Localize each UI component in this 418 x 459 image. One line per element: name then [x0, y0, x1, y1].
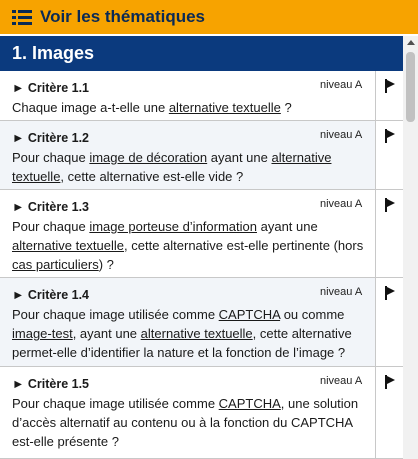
glossary-link[interactable]: alternative textuelle — [12, 238, 124, 253]
criterion-title[interactable]: ► Critère 1.3 — [12, 198, 364, 217]
flag-cell — [375, 278, 403, 366]
criterion-content: ► Critère 1.5 Pour chaque image utilisée … — [12, 375, 364, 451]
criterion-description: Chaque image a-t-elle une alternative te… — [12, 100, 292, 115]
glossary-link[interactable]: image-test — [12, 326, 73, 341]
criterion-item: ► Critère 1.2 Pour chaque image de décora… — [0, 121, 403, 190]
criteria-list: ► Critère 1.1 Chaque image a-t-elle une a… — [0, 71, 403, 459]
criterion-content: ► Critère 1.2 Pour chaque image de décora… — [12, 129, 364, 186]
glossary-link[interactable]: alternative textuelle — [141, 326, 253, 341]
flag-icon[interactable] — [385, 375, 395, 389]
criterion-level: niveau A — [320, 375, 363, 387]
criterion-level: niveau A — [320, 286, 363, 298]
criterion-title[interactable]: ► Critère 1.5 — [12, 375, 364, 394]
flag-cell — [375, 121, 403, 189]
flag-cell — [375, 71, 403, 120]
criterion-title[interactable]: ► Critère 1.4 — [12, 286, 364, 305]
list-icon — [12, 9, 32, 25]
criterion-item: ► Critère 1.5 Pour chaque image utilisée … — [0, 367, 403, 459]
glossary-link[interactable]: CAPTCHA — [219, 307, 280, 322]
flag-icon[interactable] — [385, 129, 395, 143]
glossary-link[interactable]: CAPTCHA — [219, 396, 281, 411]
criterion-description: Pour chaque image utilisée comme CAPTCHA… — [12, 307, 352, 360]
criterion-content: ► Critère 1.3 Pour chaque image porteuse … — [12, 198, 364, 274]
criterion-level: niveau A — [320, 198, 363, 210]
section-title: 1. Images — [0, 36, 418, 71]
flag-cell — [375, 190, 403, 277]
glossary-link[interactable]: image porteuse d’information — [89, 219, 257, 234]
criterion-title[interactable]: ► Critère 1.1 — [12, 79, 364, 98]
scrollbar[interactable] — [403, 36, 418, 459]
glossary-link[interactable]: cas particuliers — [12, 257, 99, 272]
criterion-content: ► Critère 1.1 Chaque image a-t-elle une a… — [12, 79, 364, 117]
criterion-description: Pour chaque image de décoration ayant un… — [12, 150, 332, 184]
themes-toggle-label: Voir les thématiques — [40, 7, 206, 26]
scrollbar-thumb[interactable] — [406, 52, 415, 122]
criterion-content: ► Critère 1.4 Pour chaque image utilisée … — [12, 286, 364, 362]
flag-icon[interactable] — [385, 286, 395, 300]
flag-cell — [375, 367, 403, 458]
flag-icon[interactable] — [385, 198, 395, 212]
criterion-level: niveau A — [320, 129, 363, 141]
criterion-description: Pour chaque image porteuse d’information… — [12, 219, 364, 272]
flag-icon[interactable] — [385, 79, 395, 93]
criterion-item: ► Critère 1.1 Chaque image a-t-elle une a… — [0, 71, 403, 121]
glossary-link[interactable]: alternative textuelle — [169, 100, 281, 115]
criterion-title[interactable]: ► Critère 1.2 — [12, 129, 364, 148]
scroll-up-arrow-icon[interactable] — [407, 40, 415, 45]
glossary-link[interactable]: image de décoration — [89, 150, 207, 165]
criterion-description: Pour chaque image utilisée comme CAPTCHA… — [12, 396, 359, 449]
criterion-item: ► Critère 1.4 Pour chaque image utilisée … — [0, 278, 403, 367]
criterion-item: ► Critère 1.3 Pour chaque image porteuse … — [0, 190, 403, 278]
criterion-level: niveau A — [320, 79, 363, 91]
themes-toggle-button[interactable]: Voir les thématiques — [0, 0, 418, 34]
